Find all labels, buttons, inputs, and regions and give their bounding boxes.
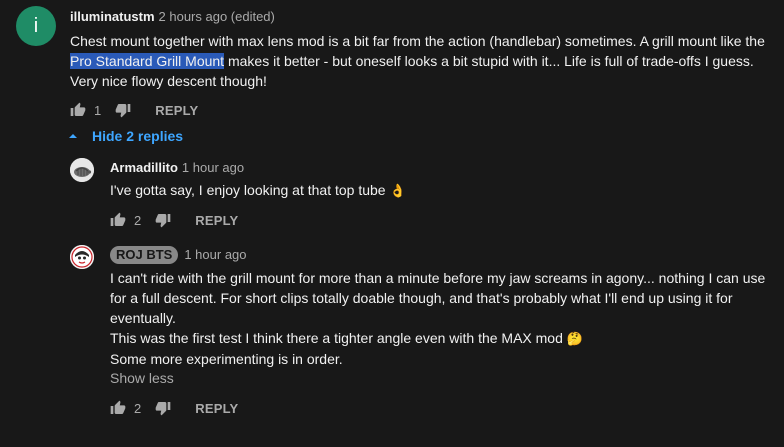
comment-author[interactable]: illuminatustm: [70, 9, 155, 24]
show-less-button[interactable]: Show less: [110, 370, 174, 386]
reply-button[interactable]: REPLY: [195, 401, 238, 416]
selected-text: Pro Standard Grill Mount: [70, 53, 225, 69]
thumbs-up-icon: [70, 102, 86, 116]
like-count: 2: [134, 212, 142, 228]
reply-text: I can't ride with the grill mount for mo…: [110, 268, 780, 369]
like-button[interactable]: [110, 400, 126, 416]
chevron-up-icon: [69, 134, 77, 138]
reply-author-badge[interactable]: ROJ BTS: [110, 246, 179, 264]
reply-actions: 2 REPLY: [110, 210, 238, 230]
reply-text-content: I've gotta say, I enjoy looking at that …: [110, 182, 386, 198]
thumbs-down-icon: [155, 214, 171, 228]
thumbs-down-icon: [155, 402, 171, 416]
hide-replies-toggle[interactable]: Hide 2 replies: [68, 128, 183, 144]
commenter-avatar[interactable]: i: [16, 6, 56, 46]
reply-button[interactable]: REPLY: [195, 213, 238, 228]
dislike-button[interactable]: [155, 212, 171, 228]
reply-actions: 2 REPLY: [110, 398, 238, 418]
thumbs-up-icon: [110, 400, 126, 414]
character-avatar-icon: [70, 245, 94, 269]
reply-text-line: This was the first test I think there a …: [110, 328, 780, 349]
reply-header: ROJ BTS 1 hour ago: [110, 246, 247, 264]
like-count: 2: [134, 400, 142, 416]
dislike-button[interactable]: [155, 400, 171, 416]
reply-text: I've gotta say, I enjoy looking at that …: [110, 180, 770, 201]
thinking-emoji: 🤔: [566, 331, 583, 346]
like-button[interactable]: [70, 102, 86, 118]
reply-timestamp[interactable]: 1 hour ago: [184, 247, 246, 262]
reply-author[interactable]: Armadillito: [110, 160, 178, 175]
hide-replies-label: Hide 2 replies: [92, 128, 184, 144]
reply-text-line: I can't ride with the grill mount for mo…: [110, 270, 766, 326]
reply-avatar[interactable]: [70, 158, 94, 182]
armadillo-avatar-icon: [70, 158, 94, 182]
comment-header: illuminatustm 2 hours ago (edited): [70, 8, 275, 26]
comments-section: i illuminatustm 2 hours ago (edited) Ches…: [0, 0, 784, 447]
comment-text-part1: Chest mount together with max lens mod i…: [70, 33, 765, 49]
avatar-letter: i: [33, 14, 39, 37]
comment-actions: 1 REPLY: [70, 100, 198, 120]
like-button[interactable]: [110, 212, 126, 228]
dislike-button[interactable]: [115, 102, 131, 118]
reply-header: Armadillito 1 hour ago: [110, 159, 244, 177]
reply-avatar[interactable]: [70, 245, 94, 269]
reply-text-content: This was the first test I think there a …: [110, 330, 563, 346]
thumbs-up-icon: [110, 212, 126, 226]
reply-text-line: Some more experimenting is in order.: [110, 351, 343, 367]
comment-timestamp[interactable]: 2 hours ago (edited): [159, 9, 275, 24]
comment-text: Chest mount together with max lens mod i…: [70, 31, 770, 91]
reply-timestamp[interactable]: 1 hour ago: [182, 160, 244, 175]
like-count: 1: [94, 102, 102, 118]
thumbs-down-icon: [115, 104, 131, 118]
reply-button[interactable]: REPLY: [155, 103, 198, 118]
ok-hand-emoji: 👌: [389, 183, 406, 198]
